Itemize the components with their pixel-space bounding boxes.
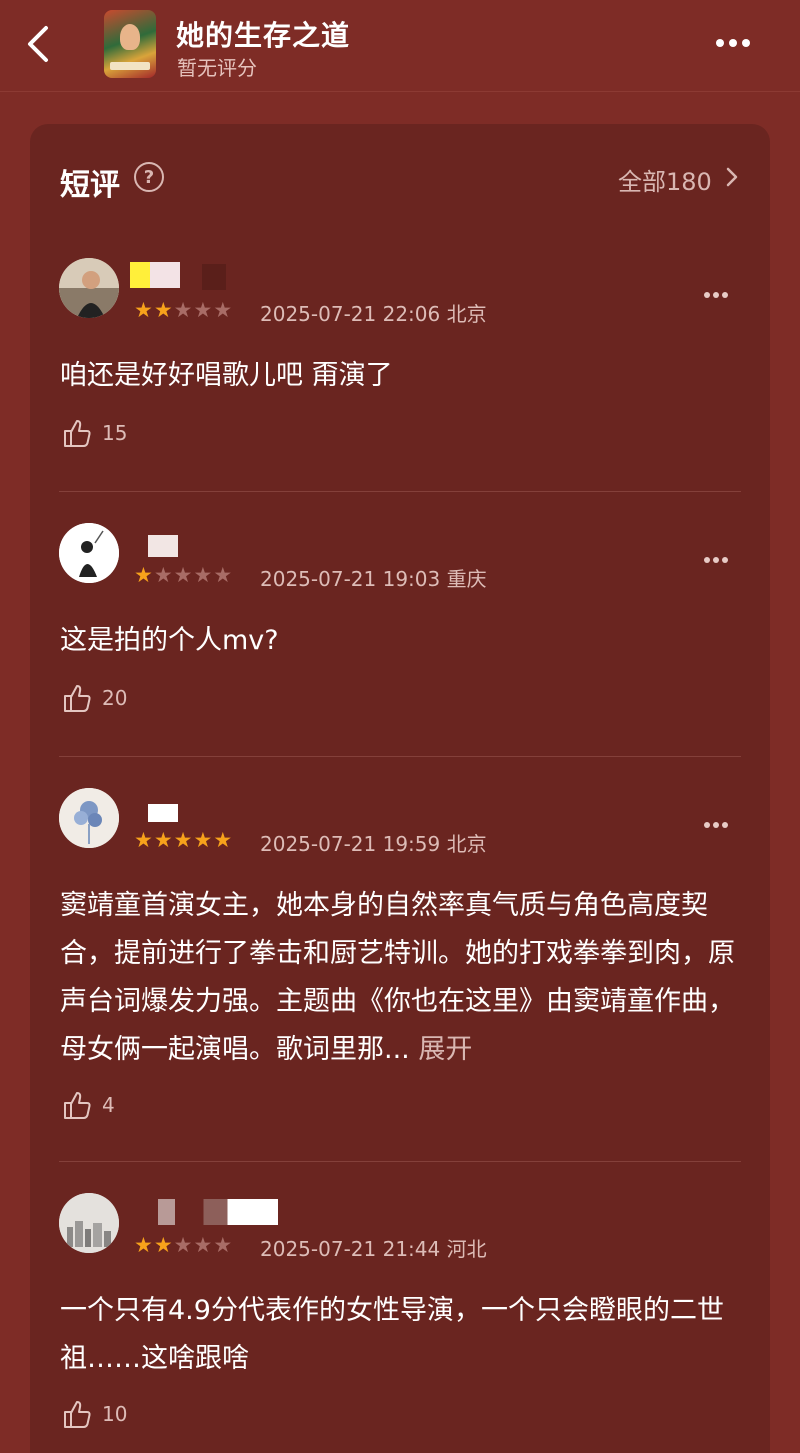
like-button[interactable]: 10 (62, 1399, 127, 1429)
review-location: 北京 (446, 832, 487, 856)
divider (59, 491, 741, 492)
star-empty-icon: ★ (213, 298, 234, 322)
top-bar: 她的生存之道 暂无评分 (0, 0, 800, 92)
like-count: 20 (102, 686, 128, 710)
avatar[interactable] (59, 258, 119, 318)
review-meta: 2025-07-21 19:59 北京 (260, 828, 487, 857)
star-empty-icon: ★ (173, 563, 194, 587)
review-location: 北京 (446, 302, 487, 326)
star-filled-icon: ★ (153, 828, 174, 852)
avatar[interactable] (59, 788, 119, 848)
all-reviews-link[interactable]: 全部180 (618, 162, 712, 197)
thumbs-up-icon (64, 1401, 91, 1428)
avatar[interactable] (59, 1193, 119, 1253)
star-empty-icon: ★ (193, 298, 214, 322)
like-button[interactable]: 20 (62, 683, 127, 713)
divider (59, 1161, 741, 1162)
star-filled-icon: ★ (153, 1233, 174, 1257)
username[interactable] (148, 535, 178, 557)
star-rating: ★★★★★ (134, 1233, 233, 1257)
star-rating: ★★★★★ (134, 563, 233, 587)
review-meta: 2025-07-21 21:44 河北 (260, 1233, 487, 1262)
back-button[interactable] (22, 22, 58, 66)
star-filled-icon: ★ (153, 298, 174, 322)
review-text: 一个只有4.9分代表作的女性导演，一个只会瞪眼的二世祖……这啥跟啥 (60, 1295, 724, 1374)
star-rating: ★★★★★ (134, 828, 233, 852)
review-more-button[interactable] (704, 283, 734, 298)
like-button[interactable]: 4 (62, 1090, 115, 1120)
chevron-left-icon (28, 26, 48, 62)
review-more-button[interactable] (704, 813, 734, 828)
thumbs-up-icon (64, 685, 91, 712)
review-meta: 2025-07-21 22:06 北京 (260, 298, 487, 327)
star-filled-icon: ★ (134, 828, 154, 852)
movie-title: 她的生存之道 (176, 19, 351, 52)
review-text: 这是拍的个人mv? (60, 625, 279, 656)
thumbs-up-icon (64, 420, 91, 447)
review-date: 2025-07-21 19:03 (260, 567, 441, 591)
short-reviews-card: 短评 ? 全部180 ★★★★★ 2025-07-21 22:06 北京 咱还是… (30, 124, 770, 1453)
expand-link[interactable]: 展开 (418, 1034, 472, 1065)
username[interactable] (158, 1199, 278, 1225)
like-count: 10 (102, 1402, 128, 1426)
star-empty-icon: ★ (153, 563, 174, 587)
review-date: 2025-07-21 19:59 (260, 832, 441, 856)
divider (59, 756, 741, 757)
review-date: 2025-07-21 22:06 (260, 302, 441, 326)
star-empty-icon: ★ (193, 1233, 214, 1257)
username[interactable] (148, 804, 178, 822)
star-filled-icon: ★ (173, 828, 194, 852)
thumbs-up-icon (64, 1092, 91, 1119)
star-empty-icon: ★ (173, 298, 194, 322)
chevron-right-icon[interactable] (724, 166, 740, 188)
star-filled-icon: ★ (134, 563, 154, 587)
rating-status: 暂无评分 (177, 56, 257, 80)
movie-poster[interactable] (104, 10, 156, 78)
avatar[interactable] (59, 523, 119, 583)
review-text-body: 窦靖童首演女主，她本身的自然率真气质与角色高度契合，提前进行了拳击和厨艺特训。她… (60, 890, 735, 1065)
like-count: 15 (102, 421, 128, 445)
review-meta: 2025-07-21 19:03 重庆 (260, 563, 487, 592)
like-count: 4 (102, 1093, 115, 1117)
star-empty-icon: ★ (213, 1233, 234, 1257)
username-extra (202, 264, 226, 290)
review-more-button[interactable] (704, 548, 734, 563)
star-rating: ★★★★★ (134, 298, 233, 322)
star-filled-icon: ★ (134, 298, 154, 322)
review-location: 重庆 (446, 567, 487, 591)
like-button[interactable]: 15 (62, 418, 127, 448)
star-filled-icon: ★ (134, 1233, 154, 1257)
review-text: 窦靖童首演女主，她本身的自然率真气质与角色高度契合，提前进行了拳击和厨艺特训。她… (60, 882, 750, 1074)
star-empty-icon: ★ (193, 563, 214, 587)
section-title: 短评 (60, 168, 120, 203)
star-empty-icon: ★ (173, 1233, 194, 1257)
review-location: 河北 (446, 1237, 487, 1261)
star-filled-icon: ★ (213, 828, 234, 852)
star-filled-icon: ★ (193, 828, 214, 852)
username[interactable] (130, 262, 180, 288)
help-icon[interactable]: ? (134, 162, 164, 192)
review-text: 咱还是好好唱歌儿吧 甭演了 (60, 360, 393, 391)
star-empty-icon: ★ (213, 563, 234, 587)
review-date: 2025-07-21 21:44 (260, 1237, 441, 1261)
more-options-button[interactable] (716, 32, 762, 54)
